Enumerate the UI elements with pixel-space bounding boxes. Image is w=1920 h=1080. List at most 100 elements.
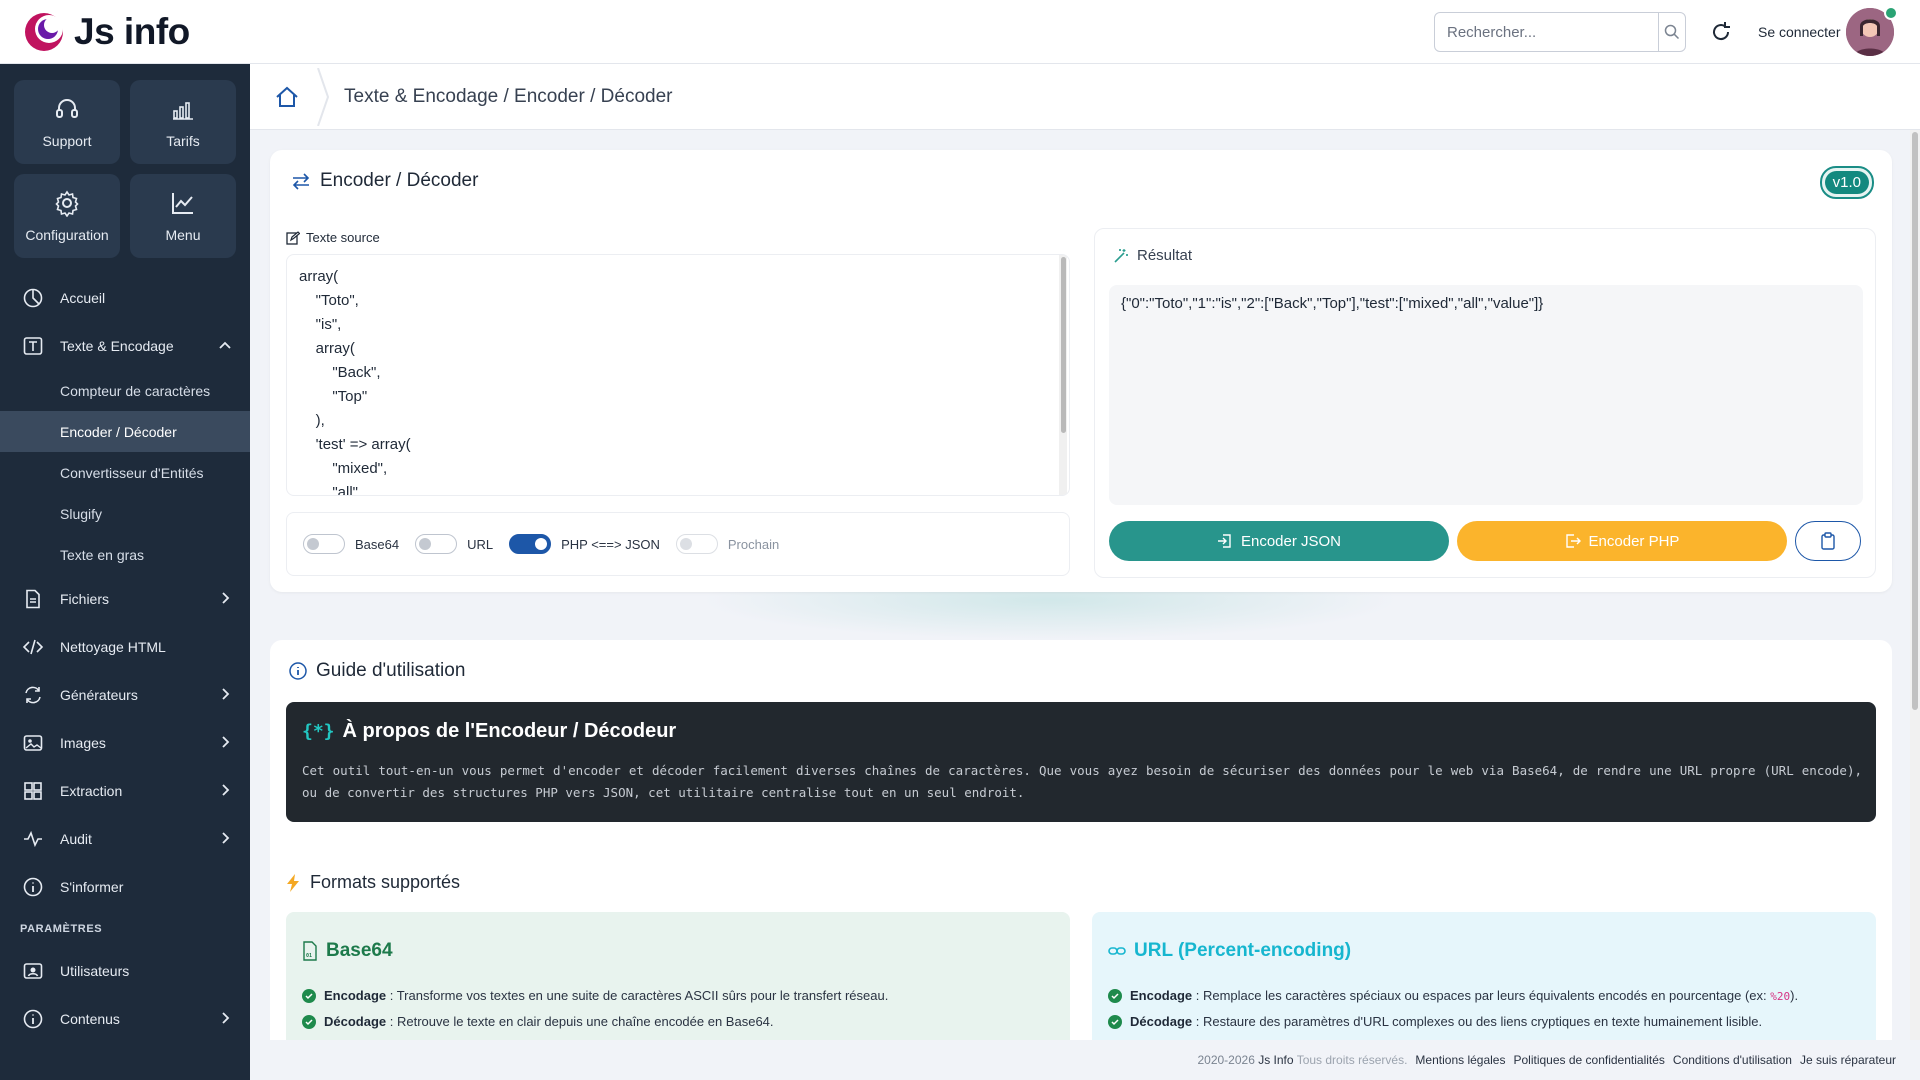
source-scroll-thumb[interactable]	[1061, 257, 1066, 433]
code-icon	[22, 639, 44, 655]
sidebar-item-extraction[interactable]: Extraction	[0, 767, 250, 815]
toggle-url[interactable]	[415, 534, 458, 554]
app-name: Js info	[74, 11, 190, 52]
format-name: URL (Percent-encoding)	[1108, 940, 1351, 962]
sidebar-item-generateurs[interactable]: Générateurs	[0, 671, 250, 719]
page-scroll-thumb[interactable]	[1912, 132, 1918, 710]
sidebar-item-fichiers[interactable]: Fichiers	[0, 575, 250, 623]
chevron-right-icon	[222, 832, 230, 844]
sidebar-item-utilisateurs[interactable]: Utilisateurs	[0, 947, 250, 995]
search-box	[1434, 12, 1686, 52]
sidebar-item-audit[interactable]: Audit	[0, 815, 250, 863]
chevron-up-icon	[219, 341, 231, 349]
sidebar-item-accueil[interactable]: Accueil	[0, 274, 250, 322]
braces-asterisk-icon: {*}	[302, 721, 335, 742]
version-badge: v1.0	[1819, 166, 1874, 199]
magic-wand-icon	[1114, 248, 1128, 263]
text-format-icon	[23, 337, 43, 355]
tile-support[interactable]: Support	[14, 80, 120, 164]
sidebar-item-texte-encodage[interactable]: Texte & Encodage	[0, 322, 250, 370]
home-icon[interactable]	[274, 84, 300, 110]
footer-rights: Tous droits réservés.	[1296, 1053, 1408, 1067]
grid-icon	[24, 782, 42, 800]
sidebar-item-label: Utilisateurs	[60, 963, 130, 979]
lightning-icon	[287, 873, 299, 892]
link-icon	[1108, 947, 1126, 955]
sidebar-item-label: Texte & Encodage	[60, 338, 174, 354]
check-circle-icon	[1108, 988, 1122, 1003]
online-status-dot	[1884, 6, 1898, 20]
format-line-encodage: Encodage : Transforme vos textes en une …	[302, 988, 888, 1003]
format-line-text: Encodage : Transforme vos textes en une …	[324, 988, 888, 1003]
source-textarea[interactable]: array( "Toto", "is", array( "Back", "Top…	[286, 254, 1070, 496]
sidebar-item-nettoyage[interactable]: Nettoyage HTML	[0, 623, 250, 671]
tile-tarifs[interactable]: Tarifs	[130, 80, 236, 164]
panel-title: Encoder / Décoder	[290, 170, 478, 192]
app-logo[interactable]: Js info	[22, 8, 190, 56]
tile-configuration[interactable]: Configuration	[14, 174, 120, 258]
info-icon	[23, 877, 43, 897]
encode-json-button[interactable]: Encoder JSON	[1109, 521, 1449, 561]
footer-link-terms[interactable]: Conditions d'utilisation	[1673, 1053, 1792, 1067]
footer-link-privacy[interactable]: Politiques de confidentialités	[1513, 1053, 1664, 1067]
sign-out-icon	[1565, 534, 1581, 548]
quick-tiles: Support Tarifs Configuration Menu	[14, 80, 236, 258]
line-text: : Restaure des paramètres d'URL complexe…	[1192, 1014, 1763, 1029]
tile-label: Support	[42, 133, 92, 149]
toggle-base64[interactable]	[303, 534, 345, 554]
chevron-right-icon	[222, 1012, 230, 1024]
sidebar-item-images[interactable]: Images	[0, 719, 250, 767]
option-label: Prochain	[727, 536, 780, 552]
trend-chart-icon	[172, 193, 193, 214]
file-binary-icon: 01	[303, 941, 317, 961]
encode-php-button[interactable]: Encoder PHP	[1457, 521, 1787, 561]
refresh-icon[interactable]	[1708, 19, 1734, 45]
format-name: 01 Base64	[302, 940, 393, 962]
sidebar-item-sinformer[interactable]: S'informer	[0, 863, 250, 911]
sidebar-subitem-compteur[interactable]: Compteur de caractères	[0, 370, 250, 411]
sidebar-nav: Accueil Texte & Encodage Compteur de car…	[0, 274, 250, 1043]
option-php-json[interactable]: PHP <==> JSON	[509, 534, 660, 554]
search-button[interactable]	[1658, 13, 1685, 51]
option-base64[interactable]: Base64	[303, 534, 399, 554]
source-label: Texte source	[286, 230, 380, 245]
footer-copyright: 2020-2026 Js Info Tous droits réservés.	[1197, 1053, 1407, 1067]
swap-arrows-icon	[292, 173, 310, 190]
pie-chart-icon	[23, 288, 43, 308]
result-output[interactable]: {"0":"Toto","1":"is","2":["Back","Top"],…	[1109, 285, 1863, 505]
line-label: Décodage	[1130, 1014, 1193, 1029]
guide-panel: Guide d'utilisation {*} À propos de l'En…	[270, 640, 1892, 1080]
source-text: array( "Toto", "is", array( "Back", "Top…	[299, 268, 411, 496]
pulse-icon	[24, 830, 42, 848]
search-input[interactable]	[1435, 13, 1658, 51]
cycle-icon	[25, 686, 41, 704]
headset-icon	[56, 99, 78, 118]
panel-title-text: Encoder / Décoder	[320, 170, 479, 191]
login-link[interactable]: Se connecter	[1758, 24, 1841, 40]
sidebar-item-label: Accueil	[60, 290, 106, 306]
tile-label: Menu	[165, 227, 201, 243]
sidebar-subitem-texte-gras[interactable]: Texte en gras	[0, 534, 250, 575]
footer: 2020-2026 Js Info Tous droits réservés. …	[250, 1040, 1920, 1080]
line-label: Encodage	[324, 988, 387, 1003]
footer-link-repairer[interactable]: Je suis réparateur	[1800, 1053, 1896, 1067]
sidebar-subitem-slugify[interactable]: Slugify	[0, 493, 250, 534]
sidebar-subitem-encoder-decoder[interactable]: Encoder / Décoder	[0, 411, 250, 452]
sidebar-item-label: Audit	[60, 831, 92, 847]
footer-link-mentions[interactable]: Mentions légales	[1415, 1053, 1505, 1067]
tile-menu[interactable]: Menu	[130, 174, 236, 258]
line-tail: ).	[1790, 988, 1799, 1003]
sidebar-subitem-entites[interactable]: Convertisseur d'Entités	[0, 452, 250, 493]
bar-chart-icon	[173, 102, 193, 120]
option-url[interactable]: URL	[415, 534, 493, 554]
top-header: Js info Se connecter	[0, 0, 1920, 64]
edit-icon	[286, 230, 300, 245]
line-label: Encodage	[1130, 988, 1193, 1003]
sidebar-item-contenus[interactable]: Contenus	[0, 995, 250, 1043]
copy-result-button[interactable]	[1795, 521, 1861, 561]
about-title-text: À propos de l'Encodeur / Décodeur	[342, 720, 677, 742]
source-label-text: Texte source	[306, 230, 380, 245]
toggle-php-json[interactable]	[509, 534, 552, 554]
sidebar-item-label: Contenus	[60, 1011, 120, 1027]
button-label: Encoder JSON	[1240, 532, 1342, 550]
